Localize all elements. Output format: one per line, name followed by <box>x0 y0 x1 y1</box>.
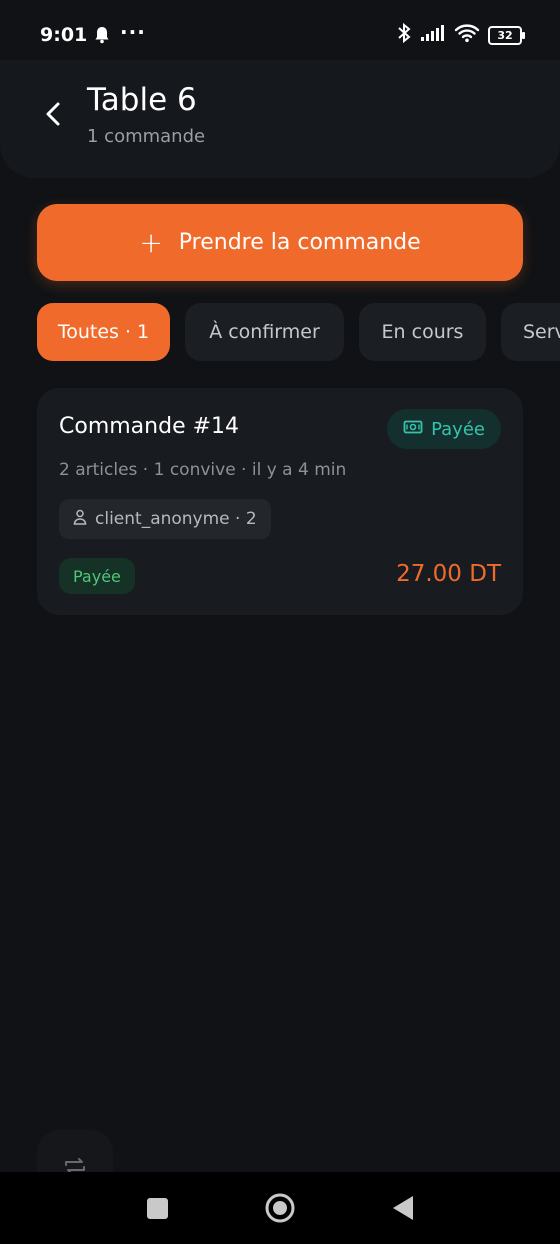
page-subtitle: 1 commande <box>87 126 206 147</box>
user-icon <box>73 509 87 530</box>
switch-button[interactable] <box>37 1130 113 1174</box>
order-total: 27.00 DT <box>396 561 501 587</box>
order-meta: 2 articles · 1 convive · il y a 4 min <box>59 460 347 480</box>
back-arrow-icon[interactable] <box>40 100 68 128</box>
status-time: 9:01 <box>40 24 88 46</box>
page-header: Table 6 1 commande <box>0 60 560 178</box>
filter-served[interactable]: Servi <box>501 303 560 361</box>
take-order-button[interactable]: + Prendre la commande <box>37 204 523 281</box>
filter-tabs: Toutes · 1 À confirmer En cours Servi <box>37 303 560 363</box>
page-title: Table 6 <box>87 82 197 118</box>
battery-icon: 32 <box>488 25 525 45</box>
take-order-label: Prendre la commande <box>178 230 421 255</box>
recents-button[interactable] <box>147 1198 168 1219</box>
client-chip: client_anonyme · 2 <box>59 499 271 539</box>
payment-badge: Payée <box>387 409 501 449</box>
bell-icon <box>94 26 110 48</box>
home-button[interactable] <box>264 1192 296 1224</box>
system-nav-bar <box>0 1172 560 1244</box>
wifi-icon <box>454 23 480 47</box>
filter-all[interactable]: Toutes · 1 <box>37 303 170 361</box>
order-card[interactable]: Commande #14 Payée 2 articles · 1 conviv… <box>37 388 523 615</box>
bluetooth-icon <box>396 22 412 48</box>
system-back-button[interactable] <box>392 1195 414 1221</box>
cash-icon <box>403 419 423 440</box>
more-icon: ··· <box>120 20 146 44</box>
signal-icon <box>420 24 446 46</box>
payment-badge-label: Payée <box>431 418 485 440</box>
filter-in-progress[interactable]: En cours <box>359 303 486 361</box>
order-title: Commande #14 <box>59 414 240 439</box>
client-label: client_anonyme · 2 <box>95 509 257 529</box>
plus-icon: + <box>139 225 163 259</box>
filter-to-confirm[interactable]: À confirmer <box>185 303 344 361</box>
status-badge: Payée <box>59 558 135 594</box>
